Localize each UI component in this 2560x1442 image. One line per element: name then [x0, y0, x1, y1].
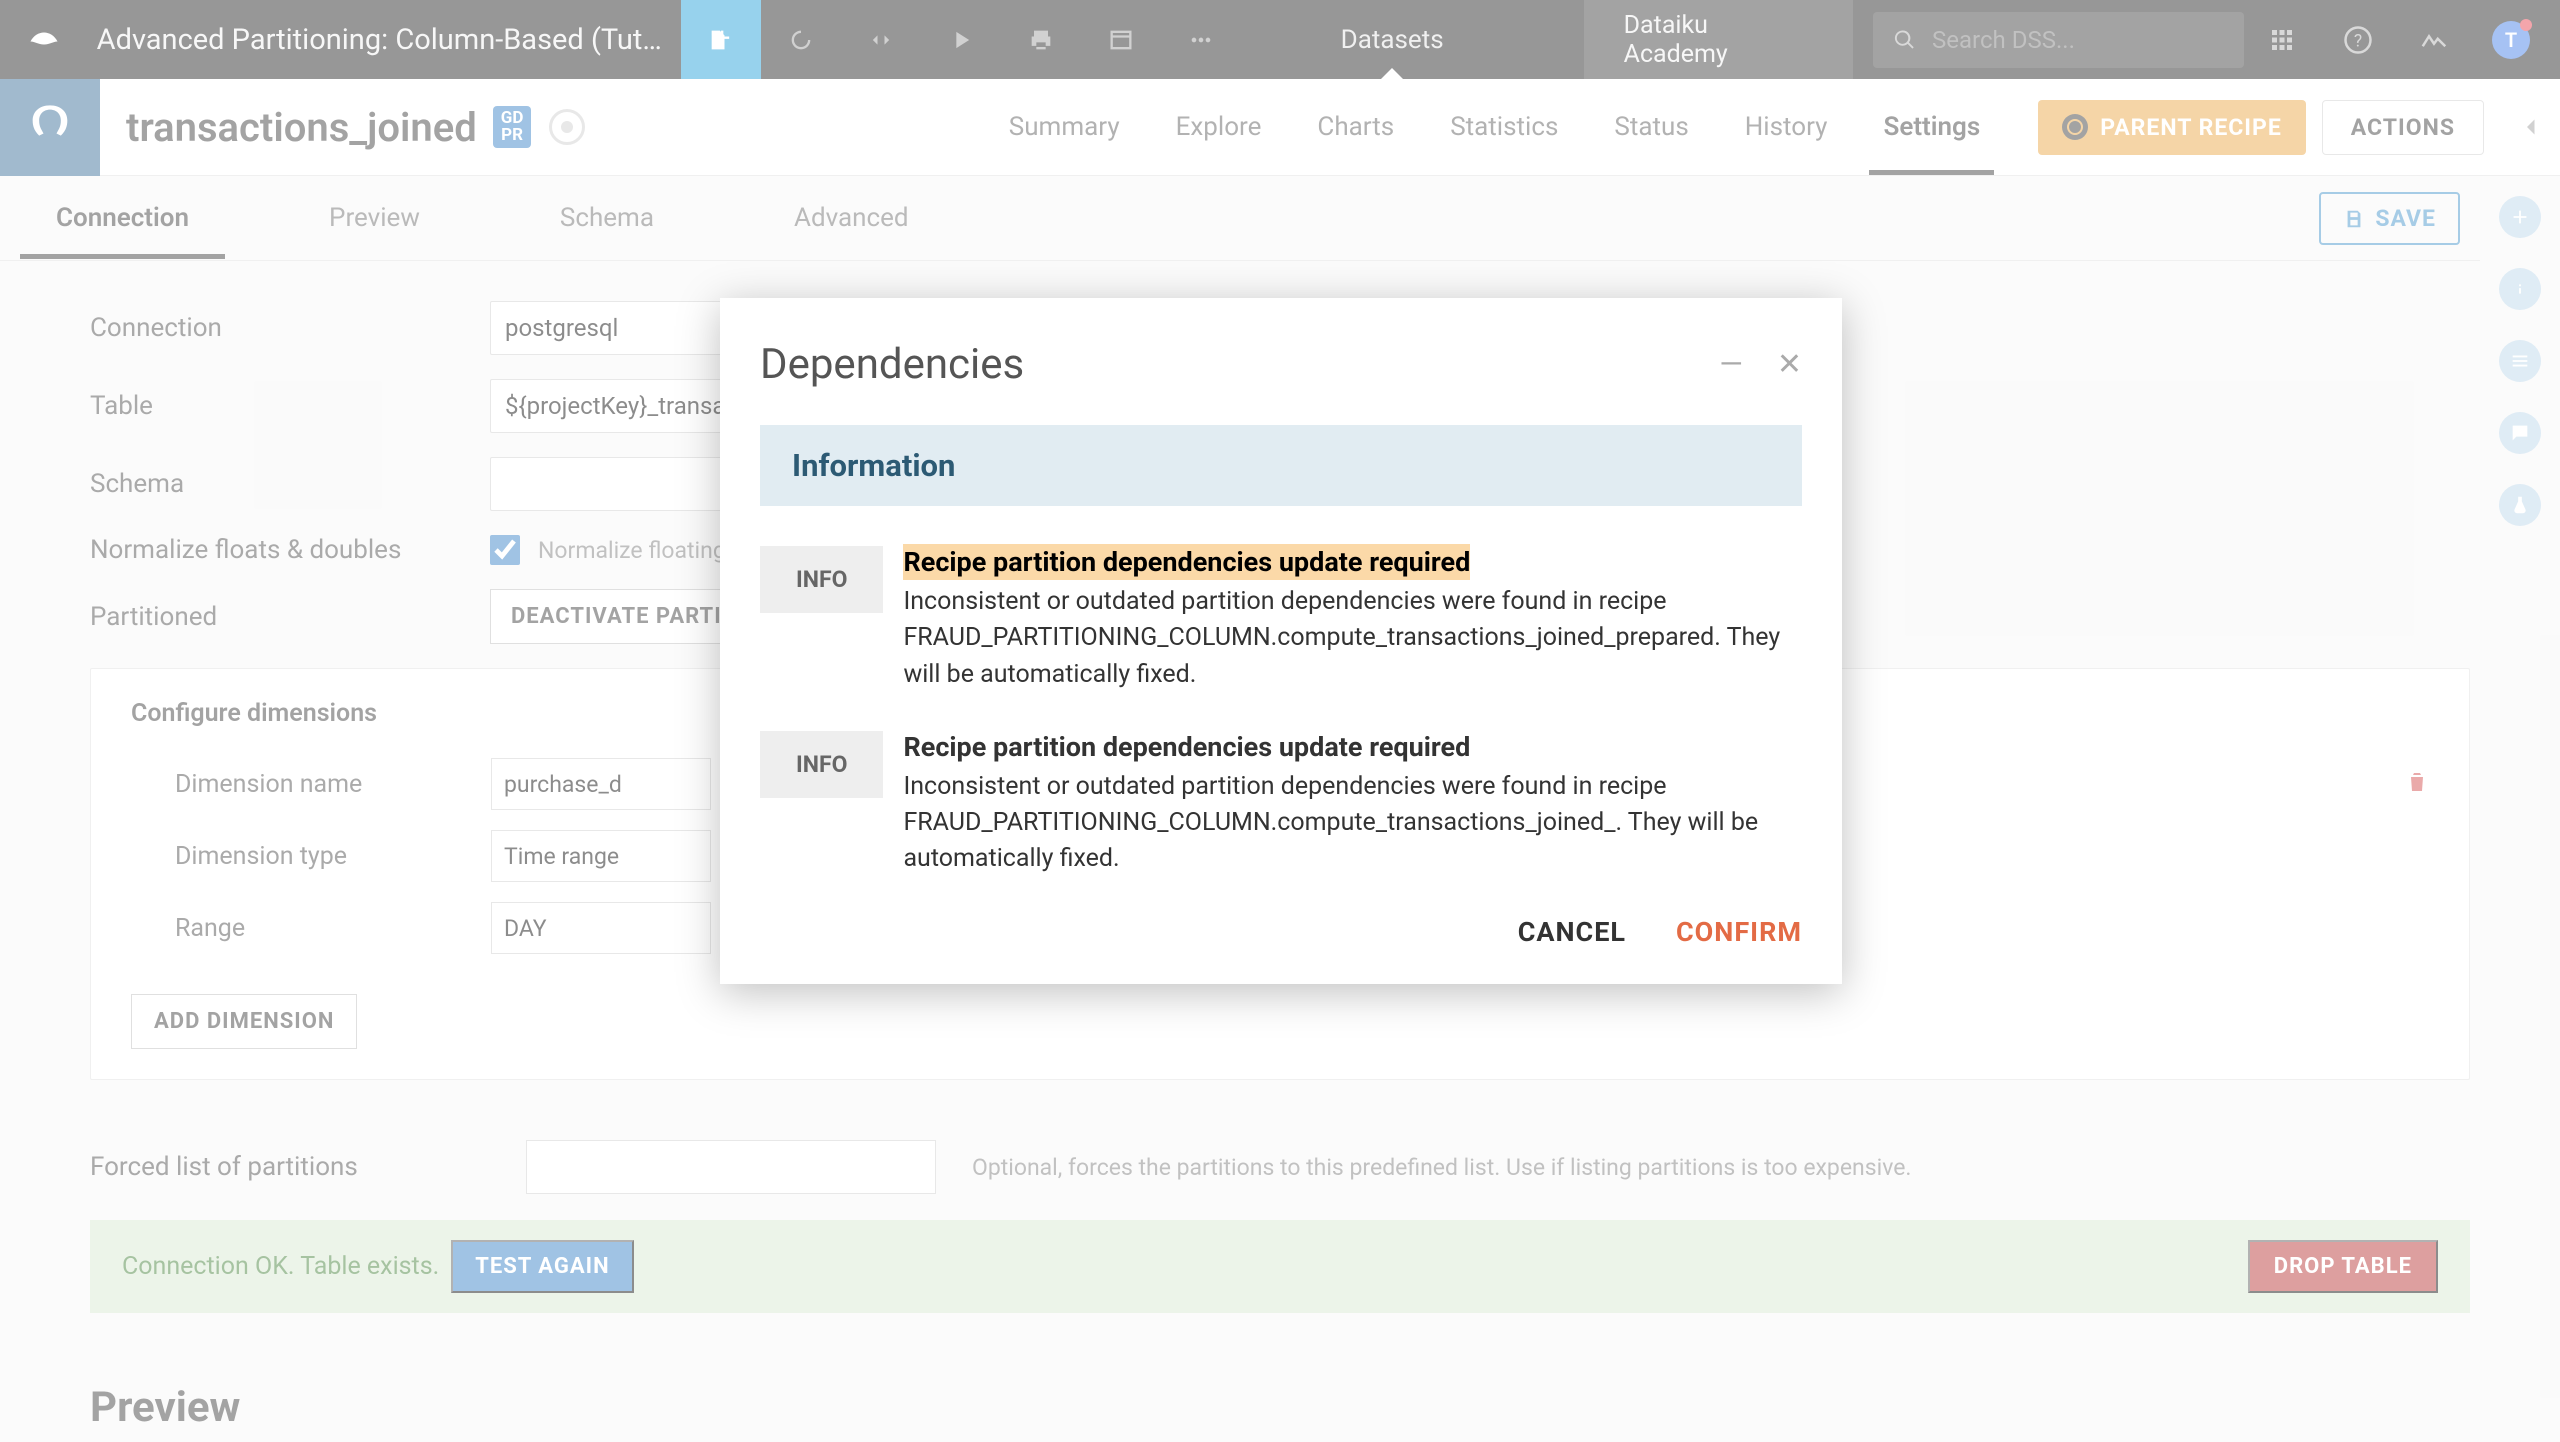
modal-confirm-button[interactable]: CONFIRM [1676, 916, 1802, 948]
msg1-body: Inconsistent or outdated partition depen… [903, 584, 1802, 693]
modal-minimize-icon[interactable]: — [1719, 347, 1742, 382]
msg2-title: Recipe partition dependencies update req… [903, 731, 1802, 763]
info-badge: INFO [760, 546, 883, 613]
modal-cancel-button[interactable]: CANCEL [1518, 916, 1626, 948]
msg1-title: Recipe partition dependencies update req… [903, 544, 1470, 580]
modal-message-2: INFO Recipe partition dependencies updat… [760, 731, 1802, 878]
info-badge-2: INFO [760, 731, 883, 798]
dependencies-modal: Dependencies — ✕ Information INFO Recipe… [720, 298, 1842, 984]
modal-info-band: Information [760, 425, 1802, 506]
modal-title: Dependencies [760, 340, 1024, 389]
msg2-body: Inconsistent or outdated partition depen… [903, 769, 1802, 878]
modal-close-icon[interactable]: ✕ [1777, 347, 1802, 382]
modal-message-1: INFO Recipe partition dependencies updat… [760, 546, 1802, 693]
